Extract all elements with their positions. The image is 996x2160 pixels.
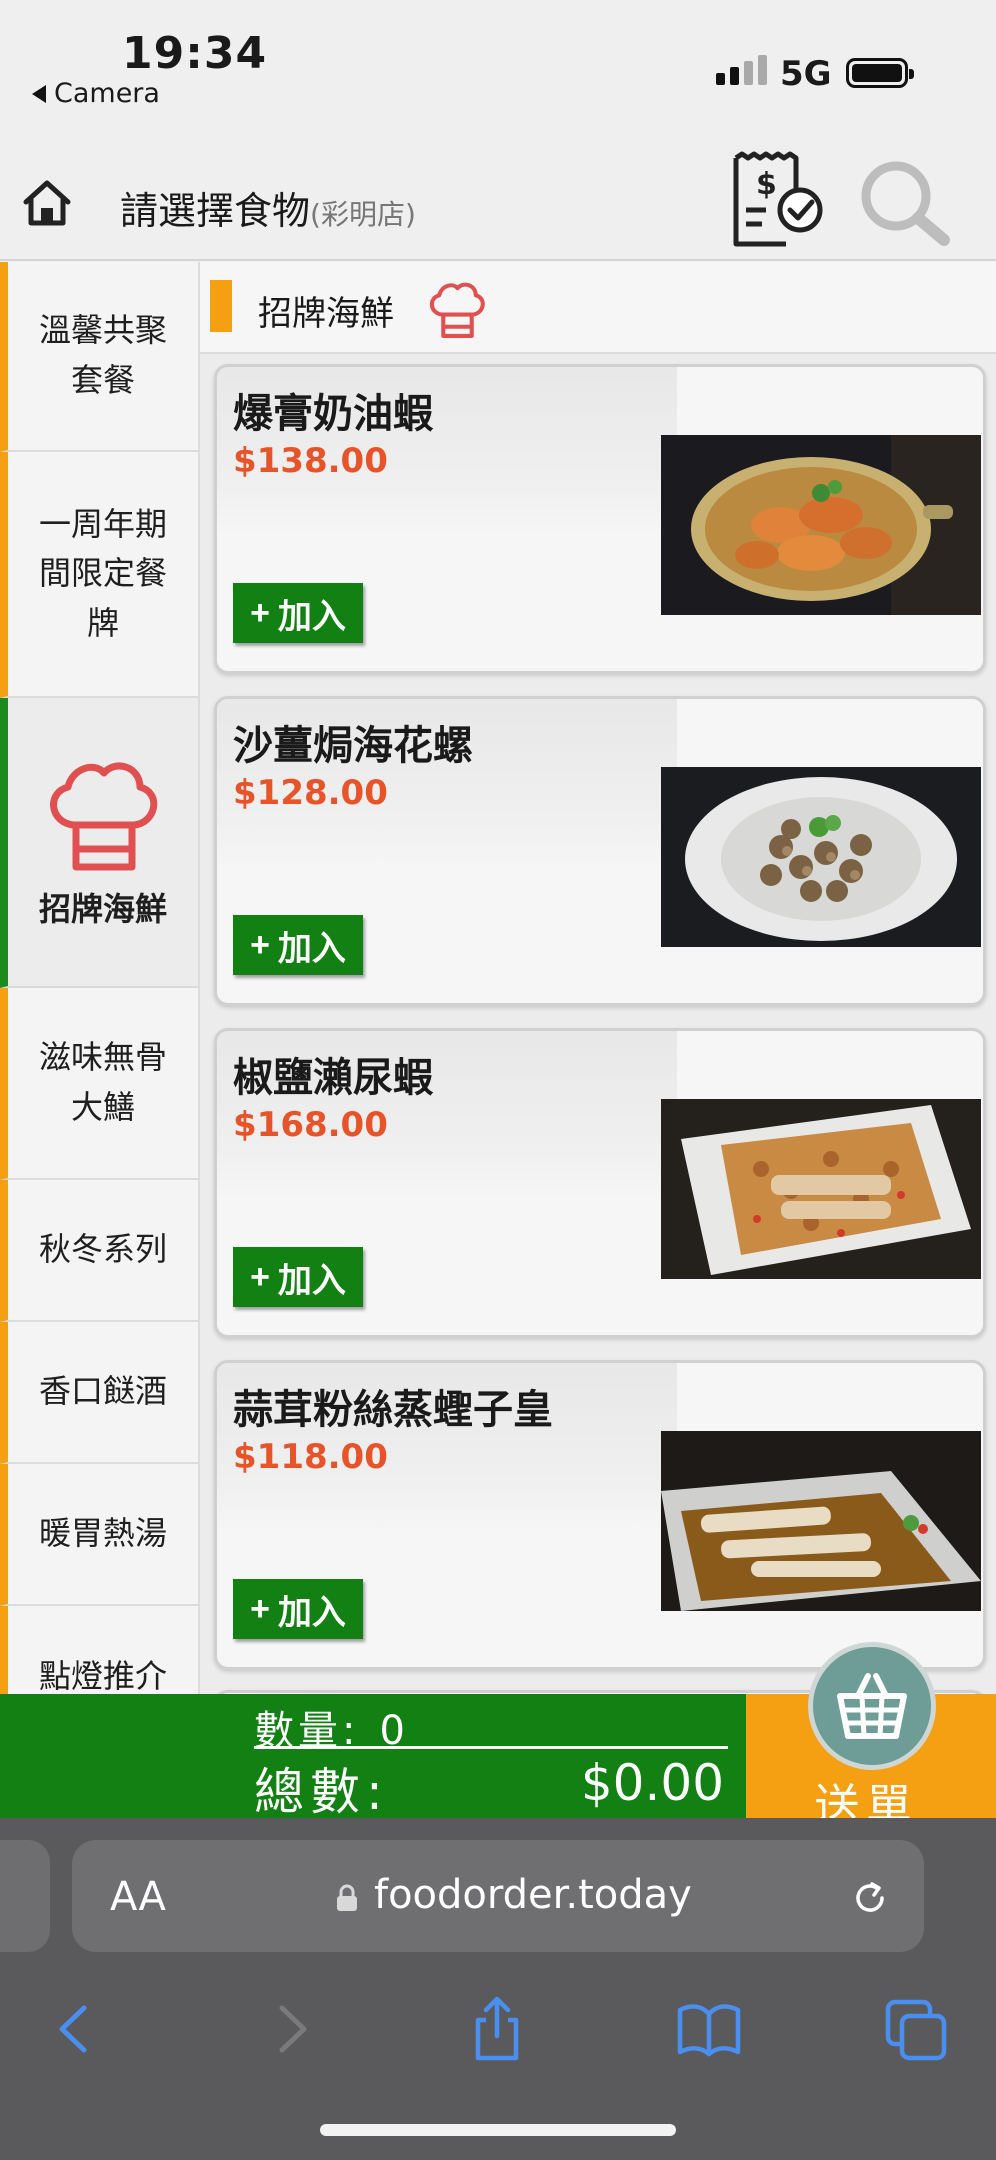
food-photo-mantis-shrimp-plate[interactable]	[661, 1099, 981, 1279]
category-sidebar: 溫馨共聚 套餐 一周年期 間限定餐 牌 招牌海鮮 滋味無骨 大鱔 秋冬系列 香口…	[0, 262, 198, 1694]
back-icon[interactable]	[40, 1994, 110, 2064]
reload-icon[interactable]	[848, 1876, 892, 1920]
food-photo-shrimp-pan[interactable]	[661, 435, 981, 615]
home-indicator[interactable]	[320, 2124, 676, 2136]
text-size-button[interactable]: AA	[110, 1874, 166, 1920]
add-to-order-button[interactable]: + 加入	[233, 1579, 363, 1639]
menu-item-card[interactable]: 沙薑焗海花螺 $128.00 + 加入	[214, 696, 986, 1006]
search-icon[interactable]	[856, 156, 952, 252]
sidebar-item-warm-gathering-set[interactable]: 溫馨共聚 套餐	[0, 262, 198, 452]
menu-item-card[interactable]: 椒鹽瀨尿蝦 $168.00 + 加入	[214, 1028, 986, 1338]
total-value: $0.00	[580, 1754, 724, 1812]
signal-icon	[716, 55, 767, 85]
plus-icon: +	[250, 925, 270, 964]
forward-icon[interactable]	[256, 1994, 326, 2064]
back-label: Camera	[54, 78, 160, 109]
sidebar-item-anniversary-limited[interactable]: 一周年期 間限定餐 牌	[0, 452, 198, 698]
sidebar-item-boneless-eel[interactable]: 滋味無骨 大鱔	[0, 988, 198, 1180]
address-bar[interactable]: AA foodorder.today	[72, 1840, 924, 1952]
page-title: 請選擇食物(彩明店)	[120, 180, 416, 235]
page-title-text: 請選擇食物	[120, 189, 311, 233]
basket-icon[interactable]	[808, 1642, 936, 1770]
plus-icon: +	[250, 1589, 270, 1628]
back-to-camera-link[interactable]: Camera	[32, 78, 160, 109]
total-label: 總數:	[254, 1763, 389, 1821]
add-to-order-button[interactable]: + 加入	[233, 915, 363, 975]
item-name: 椒鹽瀨尿蝦	[233, 1055, 433, 1101]
network-label: 5G	[780, 54, 832, 94]
tabs-icon[interactable]	[882, 1994, 952, 2064]
browser-toolbar: AA foodorder.today	[0, 1818, 996, 2160]
menu-item-card[interactable]: 爆膏奶油蝦 $138.00 + 加入	[214, 364, 986, 674]
battery-icon	[846, 58, 914, 88]
chef-hat-icon	[50, 762, 158, 871]
section-accent-bar	[210, 280, 232, 332]
food-photo-razor-clams-plate[interactable]	[661, 1431, 981, 1611]
store-name: (彩明店)	[310, 198, 416, 231]
food-photo-snails-plate[interactable]	[661, 767, 981, 947]
bookmarks-icon[interactable]	[674, 1994, 744, 2064]
back-triangle-icon	[32, 84, 46, 103]
sidebar-item-signature-seafood[interactable]: 招牌海鮮	[0, 698, 198, 988]
receipt-icon[interactable]: $	[728, 150, 828, 250]
clock: 19:34	[122, 28, 268, 79]
plus-icon: +	[250, 593, 270, 632]
sidebar-item-autumn-winter[interactable]: 秋冬系列	[0, 1180, 198, 1322]
menu-list: 招牌海鮮 爆膏奶油蝦 $138.00 + 加入 沙薑焗海花螺 $128.00 +…	[198, 262, 996, 1694]
app-header: 請選擇食物(彩明店) $	[0, 130, 996, 261]
item-price: $168.00	[233, 1105, 388, 1145]
sidebar-item-recommended[interactable]: 點燈推介	[0, 1606, 198, 1694]
url-text[interactable]: foodorder.today	[374, 1872, 692, 1918]
home-icon[interactable]	[22, 178, 72, 228]
item-price: $118.00	[233, 1437, 388, 1477]
svg-text:$: $	[756, 167, 777, 202]
add-to-order-button[interactable]: + 加入	[233, 1247, 363, 1307]
order-totals: 數量: 0 總數: $0.00	[0, 1694, 746, 1821]
plus-icon: +	[250, 1257, 270, 1296]
item-price: $128.00	[233, 773, 388, 813]
status-bar: 19:34 Camera 5G	[0, 0, 996, 130]
previous-tab-stub[interactable]	[0, 1840, 50, 1952]
section-header: 招牌海鮮	[200, 262, 996, 354]
add-to-order-button[interactable]: + 加入	[233, 583, 363, 643]
share-icon[interactable]	[462, 1994, 532, 2064]
divider	[254, 1746, 728, 1749]
section-title: 招牌海鮮	[258, 294, 394, 334]
item-name: 沙薑焗海花螺	[233, 723, 473, 769]
chef-hat-icon	[429, 282, 485, 338]
item-price: $138.00	[233, 441, 388, 481]
sidebar-item-hot-soup[interactable]: 暖胃熱湯	[0, 1464, 198, 1606]
menu-item-card[interactable]: 蒜茸粉絲蒸蟶子皇 $118.00 + 加入	[214, 1360, 986, 1670]
item-name: 蒜茸粉絲蒸蟶子皇	[233, 1387, 553, 1433]
lock-icon	[337, 1884, 357, 1911]
item-name: 爆膏奶油蝦	[233, 391, 433, 437]
sidebar-item-snacks-with-wine[interactable]: 香口餸酒	[0, 1322, 198, 1464]
